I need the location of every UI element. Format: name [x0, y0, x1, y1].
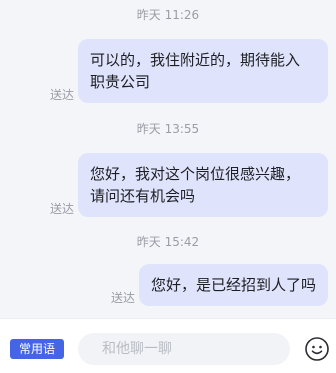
emoji-face-icon [305, 337, 329, 361]
message-bubble[interactable]: 您好，是已经招到人了吗 [138, 264, 328, 306]
message-input[interactable] [78, 333, 290, 365]
message-timestamp: 昨天 13:55 [136, 122, 200, 136]
input-bar: 常用语 [0, 318, 336, 373]
message-text-line: 职贵公司 [90, 73, 151, 91]
delivery-status: 送达 [49, 202, 74, 216]
emoji-button[interactable] [304, 336, 330, 362]
message-timestamp: 昨天 11:26 [136, 8, 200, 22]
chat-screen: 昨天 11:26 送达 可以的，我住附近的，期待能入 职贵公司 昨天 13:55… [0, 0, 336, 373]
message-bubble[interactable]: 可以的，我住附近的，期待能入 职贵公司 [78, 39, 328, 103]
message-bubble[interactable]: 您好，我对这个岗位很感兴趣， 请问还有机会吗 [78, 153, 328, 217]
common-phrases-button[interactable]: 常用语 [10, 339, 64, 359]
message-list[interactable]: 昨天 11:26 送达 可以的，我住附近的，期待能入 职贵公司 昨天 13:55… [0, 0, 336, 318]
message-text-line: 您好，是已经招到人了吗 [150, 276, 316, 294]
delivery-status: 送达 [110, 291, 135, 305]
message-text-line: 您好，我对这个岗位很感兴趣， [90, 165, 301, 183]
message-row: 送达 您好，我对这个岗位很感兴趣， 请问还有机会吗 [50, 153, 328, 217]
message-text-line: 请问还有机会吗 [90, 187, 196, 205]
message-text-line: 可以的，我住附近的，期待能入 [90, 51, 301, 69]
message-row: 送达 可以的，我住附近的，期待能入 职贵公司 [50, 39, 328, 103]
delivery-status: 送达 [49, 88, 74, 102]
message-timestamp: 昨天 15:42 [136, 235, 200, 249]
message-row: 送达 您好，是已经招到人了吗 [111, 264, 328, 306]
